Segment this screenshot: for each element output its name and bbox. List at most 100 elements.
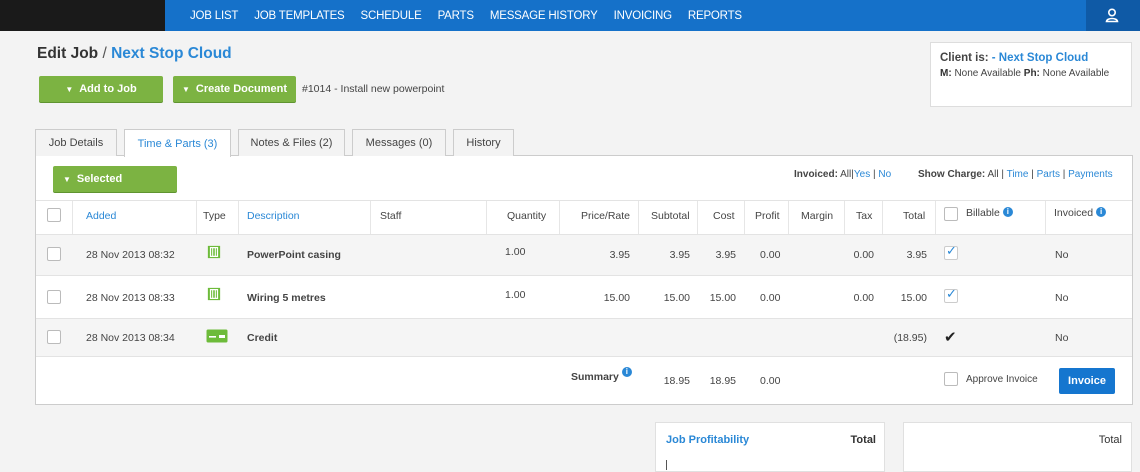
col-billable: Billable i bbox=[966, 207, 1013, 219]
row-subtotal: 15.00 bbox=[663, 292, 690, 304]
charge-filter-parts[interactable]: Parts bbox=[1037, 169, 1060, 180]
row-total: (18.95) bbox=[893, 332, 927, 344]
row-description: Credit bbox=[247, 332, 278, 344]
column-divider bbox=[638, 201, 639, 235]
billable-all-checkbox[interactable] bbox=[944, 207, 958, 221]
client-link[interactable]: - Next Stop Cloud bbox=[992, 52, 1088, 64]
row-tax: 0.00 bbox=[853, 249, 874, 261]
client-label: Client is: bbox=[940, 52, 989, 64]
col-staff: Staff bbox=[380, 210, 402, 222]
col-margin: Margin bbox=[801, 210, 834, 222]
charge-filter-time[interactable]: Time bbox=[1007, 169, 1029, 180]
row-added: 28 Nov 2013 08:34 bbox=[86, 332, 175, 344]
col-type: Type bbox=[203, 210, 226, 222]
charge-filter-payments[interactable]: Payments bbox=[1068, 169, 1112, 180]
row-checkbox[interactable] bbox=[47, 247, 61, 261]
summary-label: Summary i bbox=[571, 367, 632, 383]
tab-job-details[interactable]: Job Details bbox=[35, 129, 117, 156]
row-price: 15.00 bbox=[603, 292, 630, 304]
job-number: #1014 - Install new powerpoint bbox=[302, 83, 445, 95]
row-added: 28 Nov 2013 08:32 bbox=[86, 249, 175, 261]
filter-pipe: | bbox=[1001, 169, 1004, 180]
tick-icon: ✔ bbox=[944, 329, 957, 346]
nav-parts[interactable]: PARTS bbox=[438, 10, 474, 22]
summary-cost: 18.95 bbox=[709, 375, 736, 387]
tab-history[interactable]: History bbox=[453, 129, 514, 156]
approve-invoice-checkbox[interactable] bbox=[944, 372, 958, 386]
nav-job-list[interactable]: JOB LIST bbox=[190, 10, 238, 22]
col-profit: Profit bbox=[755, 210, 780, 222]
col-quantity: Quantity bbox=[507, 210, 547, 222]
create-document-label: Create Document bbox=[195, 83, 287, 95]
totals-box-total: Total bbox=[1098, 434, 1122, 446]
row-invoiced: No bbox=[1055, 332, 1069, 344]
table-row bbox=[36, 319, 1132, 356]
info-icon[interactable]: i bbox=[1002, 207, 1013, 217]
summary-profit: 0.00 bbox=[760, 375, 781, 387]
row-quantity: 1.00 bbox=[505, 246, 526, 258]
invoiced-filter-yes[interactable]: Yes bbox=[854, 169, 870, 180]
nav-invoicing[interactable]: INVOICING bbox=[614, 10, 672, 22]
part-icon bbox=[207, 245, 221, 259]
time-parts-panel bbox=[35, 155, 1133, 405]
col-cost: Cost bbox=[713, 210, 735, 222]
selected-button[interactable]: ▼ Selected bbox=[53, 166, 177, 192]
column-divider bbox=[72, 201, 73, 235]
row-quantity: 1.00 bbox=[505, 289, 526, 301]
col-added[interactable]: Added bbox=[86, 210, 116, 222]
phone-value: None Available bbox=[1042, 68, 1110, 79]
page-title-prefix: Edit Job bbox=[37, 45, 99, 62]
tab-notes-files[interactable]: Notes & Files (2) bbox=[238, 129, 345, 156]
column-divider bbox=[844, 201, 845, 235]
filter-pipe: | bbox=[1062, 169, 1066, 180]
create-document-button[interactable]: ▼ Create Document bbox=[173, 76, 296, 102]
column-divider bbox=[486, 201, 487, 235]
page-title: Edit Job / Next Stop Cloud bbox=[37, 45, 232, 63]
row-total: 15.00 bbox=[900, 292, 927, 304]
caret-down-icon: ▼ bbox=[65, 84, 74, 94]
column-divider bbox=[697, 201, 698, 235]
row-checkbox[interactable] bbox=[47, 330, 61, 344]
invoiced-filter-all[interactable]: All bbox=[840, 169, 851, 180]
column-divider bbox=[882, 201, 883, 235]
nav-schedule[interactable]: SCHEDULE bbox=[361, 10, 422, 22]
invoiced-filter-label: Invoiced: bbox=[794, 169, 838, 180]
row-invoiced: No bbox=[1055, 249, 1069, 261]
checkmark-icon: ✓ bbox=[946, 243, 957, 258]
invoiced-filter-no[interactable]: No bbox=[878, 169, 891, 180]
row-invoiced: No bbox=[1055, 292, 1069, 304]
nav-message-history[interactable]: MESSAGE HISTORY bbox=[490, 10, 598, 22]
phone-label: Ph: bbox=[1023, 68, 1040, 79]
info-icon[interactable]: i bbox=[621, 367, 632, 377]
title-separator: / bbox=[102, 45, 107, 62]
totals-box: Total bbox=[903, 422, 1132, 472]
column-divider bbox=[238, 201, 239, 235]
select-all-checkbox[interactable] bbox=[47, 208, 61, 222]
col-billable-label: Billable bbox=[966, 207, 1000, 219]
title-client-link[interactable]: Next Stop Cloud bbox=[111, 45, 232, 62]
column-divider bbox=[788, 201, 789, 235]
column-divider bbox=[1045, 201, 1046, 235]
checkmark-icon: ✓ bbox=[946, 286, 957, 301]
user-menu[interactable] bbox=[1086, 0, 1140, 31]
charge-filter-all[interactable]: All bbox=[987, 169, 998, 180]
client-contact-line: M: None Available Ph: None Available bbox=[940, 68, 1122, 79]
tab-messages[interactable]: Messages (0) bbox=[352, 129, 446, 156]
user-icon[interactable] bbox=[1104, 7, 1120, 23]
col-tax: Tax bbox=[856, 210, 873, 222]
col-description[interactable]: Description bbox=[247, 210, 300, 222]
nav-reports[interactable]: REPORTS bbox=[688, 10, 742, 22]
row-description: PowerPoint casing bbox=[247, 249, 341, 261]
job-profitability-box: Job Profitability Total bbox=[655, 422, 885, 472]
tab-time-parts[interactable]: Time & Parts (3) bbox=[124, 129, 231, 157]
nav-job-templates[interactable]: JOB TEMPLATES bbox=[254, 10, 344, 22]
row-checkbox[interactable] bbox=[47, 290, 61, 304]
summary-label-text: Summary bbox=[571, 371, 619, 383]
invoice-button[interactable]: Invoice bbox=[1059, 368, 1115, 394]
column-divider bbox=[559, 201, 560, 235]
filter-pipe: | bbox=[872, 169, 876, 180]
add-to-job-button[interactable]: ▼ Add to Job bbox=[39, 76, 163, 102]
selected-label: Selected bbox=[76, 173, 123, 185]
info-icon[interactable]: i bbox=[1096, 207, 1107, 217]
job-profitability-title[interactable]: Job Profitability bbox=[666, 434, 749, 446]
